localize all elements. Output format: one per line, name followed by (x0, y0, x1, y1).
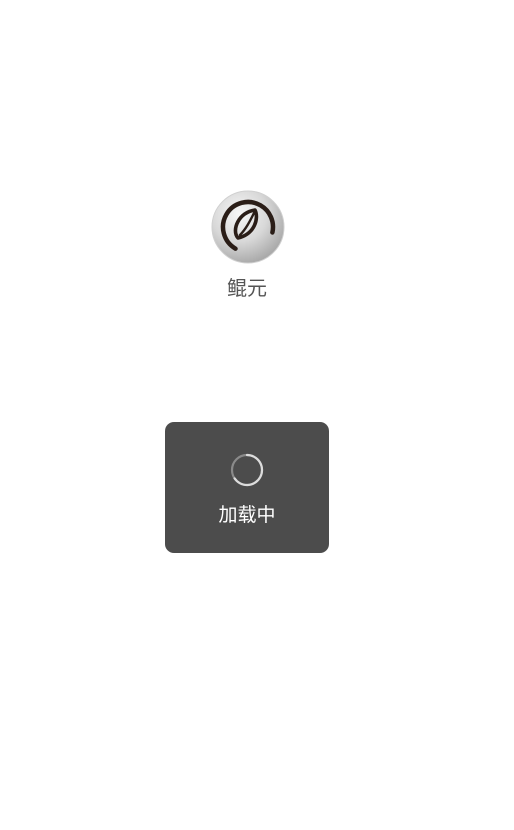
splash-screen: 鲲元 加载中 (0, 0, 514, 830)
loading-spinner-icon (230, 453, 264, 487)
loading-toast: 加载中 (165, 422, 329, 553)
app-logo-icon (211, 190, 285, 264)
loading-text: 加载中 (218, 504, 276, 526)
app-name: 鲲元 (227, 276, 267, 300)
